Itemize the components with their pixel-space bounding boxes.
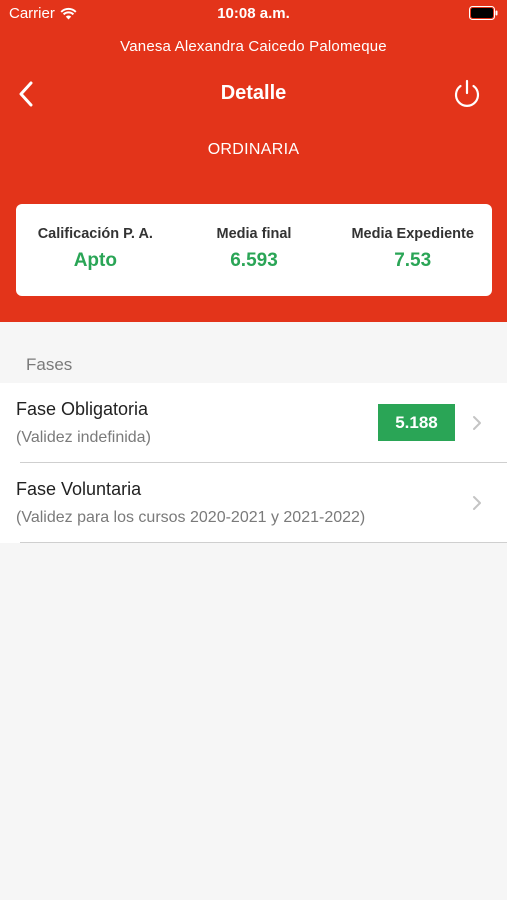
phase-validity: (Validez para los cursos 2020-2021 y 202… [16, 509, 366, 526]
metric-value: Apto [73, 250, 117, 271]
battery-icon [469, 6, 498, 20]
metric-value: 6.593 [230, 250, 278, 271]
metric-label: Calificación P. A. [37, 226, 153, 242]
phase-name: Fase Voluntaria [16, 479, 142, 499]
power-icon[interactable] [451, 78, 483, 110]
metric-label: Media final [216, 226, 292, 242]
row-divider [20, 542, 507, 543]
phases-list: Fase Obligatoria (Validez indefinida) 5.… [0, 383, 507, 543]
list-item-fase-voluntaria[interactable]: Fase Voluntaria (Validez para los cursos… [0, 463, 507, 543]
chevron-right-icon [473, 496, 481, 510]
metric-media-final: Media final 6.593 [175, 204, 334, 296]
phase-validity: (Validez indefinida) [16, 429, 151, 446]
phase-name: Fase Obligatoria [16, 399, 149, 419]
user-name: Vanesa Alexandra Caicedo Palomeque [120, 38, 387, 55]
status-time: 10:08 a.m. [217, 5, 290, 22]
metric-label: Media Expediente [351, 226, 474, 242]
metric-calificacion: Calificación P. A. Apto [16, 204, 175, 296]
page-title: Detalle [220, 82, 287, 104]
chevron-right-icon [473, 416, 481, 430]
convocatoria-label: ORDINARIA [207, 141, 300, 158]
status-bar: Carrier 10:08 a.m. [0, 0, 507, 28]
list-item-fase-obligatoria[interactable]: Fase Obligatoria (Validez indefinida) 5.… [0, 383, 507, 463]
summary-card: Calificación P. A. Apto Media final 6.59… [16, 204, 492, 296]
header: Carrier 10:08 a.m. Vanesa Alexandra Caic… [0, 0, 507, 322]
metric-media-expediente: Media Expediente 7.53 [333, 204, 492, 296]
grade-badge: 5.188 [378, 404, 455, 441]
section-title-fases: Fases [26, 355, 73, 374]
metric-value: 7.53 [394, 250, 432, 271]
